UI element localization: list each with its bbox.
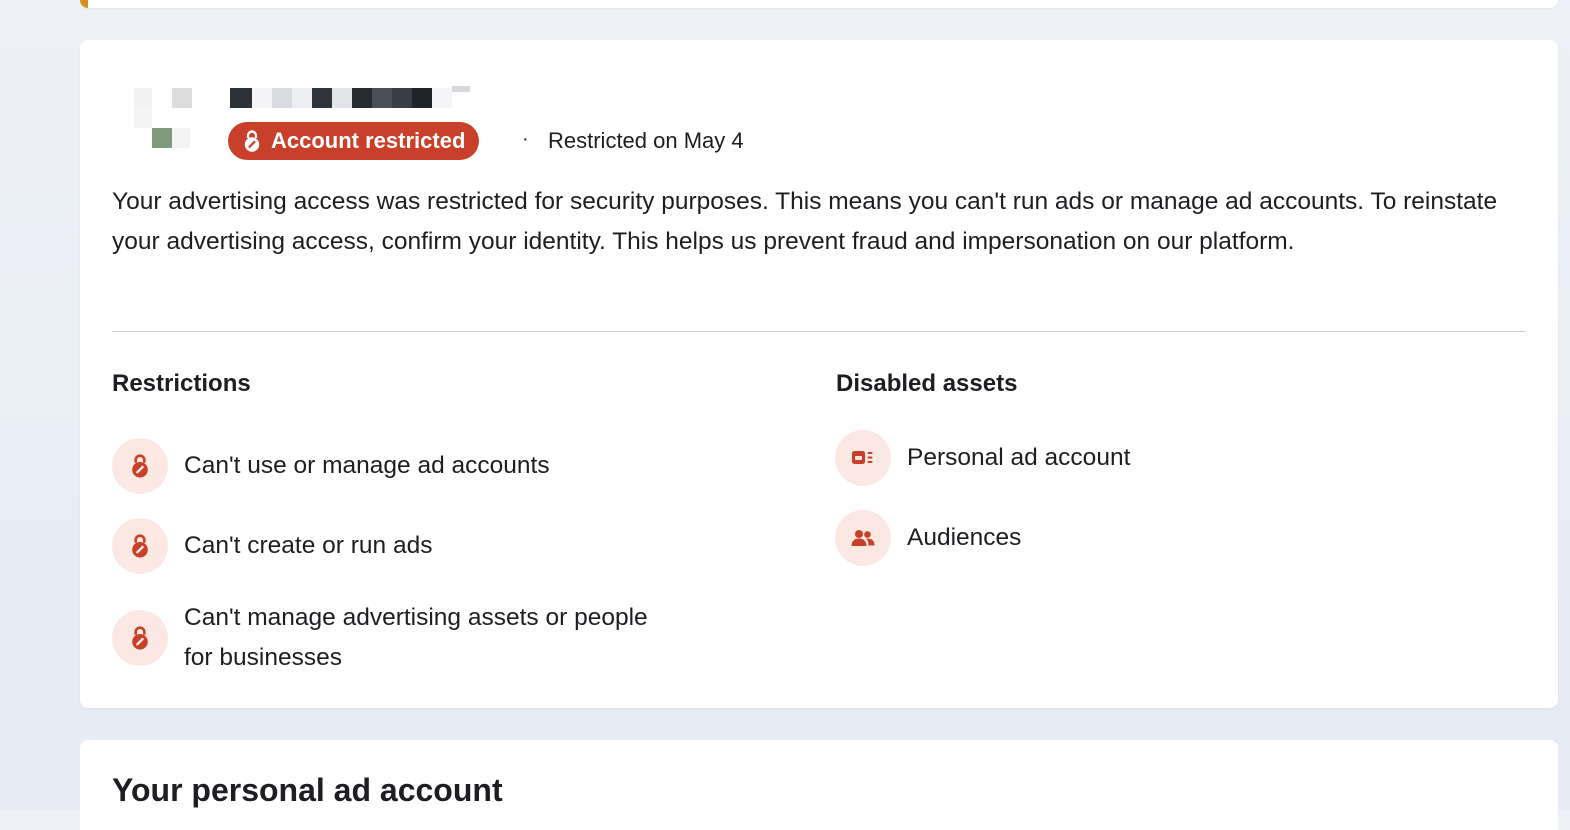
disabled-asset-label: Audiences (907, 524, 1022, 551)
disabled-assets-title: Disabled assets (836, 370, 1018, 397)
previous-card-edge (80, 0, 1558, 8)
restricted-date: Restricted on May 4 (548, 128, 744, 153)
profile-name-obscured (230, 86, 475, 108)
profile-avatar (130, 86, 200, 148)
restriction-item-label: Can't manage advertising assets or peopl… (184, 604, 648, 631)
restriction-item-label: Can't use or manage ad accounts (184, 452, 550, 479)
lock-icon (112, 518, 168, 574)
people-icon (835, 510, 891, 566)
restrictions-title: Restrictions (112, 370, 251, 397)
card-accent-stripe (80, 0, 88, 8)
restriction-item-label: Can't create or run ads (184, 532, 433, 559)
personal-ad-account-title: Your personal ad account (112, 772, 503, 808)
lock-icon (112, 610, 168, 666)
disabled-asset-label: Personal ad account (907, 444, 1131, 471)
restriction-description: Your advertising access was restricted f… (112, 188, 1498, 255)
badge-label: Account restricted (271, 128, 466, 153)
lock-icon (244, 130, 260, 152)
meta-separator: · (522, 128, 529, 150)
section-divider (112, 331, 1526, 332)
account-restricted-badge: Account restricted (228, 122, 480, 160)
lock-icon (112, 438, 168, 494)
restriction-item-label-cont: for businesses (184, 644, 342, 671)
ad-account-icon (835, 430, 891, 486)
